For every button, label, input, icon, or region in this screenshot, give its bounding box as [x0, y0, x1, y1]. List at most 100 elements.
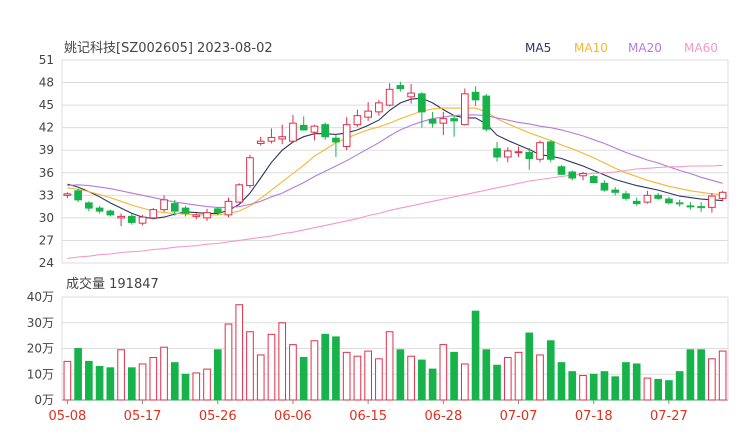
- candle: [600, 180, 609, 192]
- candle-body-down: [675, 202, 684, 205]
- candle-body-up: [256, 140, 265, 144]
- candle: [149, 208, 158, 220]
- candle-body-up: [385, 88, 394, 106]
- candle-body-up: [536, 142, 544, 160]
- volume-bar-down: [428, 368, 437, 401]
- candle: [686, 202, 695, 210]
- stock-chart: 姚记科技[SZ002605] 2023-08-02 MA5 MA10 MA20 …: [0, 0, 740, 440]
- price-tick-label: 42: [39, 121, 54, 135]
- candle: [589, 175, 598, 184]
- candle-body-up: [407, 92, 415, 98]
- candle: [235, 183, 244, 203]
- candle-body-up: [460, 93, 469, 126]
- candle: [568, 170, 577, 181]
- legend-ma10: MA10: [574, 41, 608, 55]
- candle-body-up: [439, 118, 448, 124]
- date-tick-label: 05-08: [48, 409, 86, 424]
- volume-bar-down: [493, 364, 501, 401]
- volume-bar-up: [203, 368, 211, 401]
- candle-body-down: [493, 148, 501, 158]
- candle: [310, 124, 319, 141]
- candle: [579, 172, 587, 181]
- volume-bar-down: [600, 371, 609, 401]
- candle-body-down: [568, 171, 577, 179]
- candle: [514, 146, 523, 157]
- legend: MA5 MA10 MA20 MA60: [525, 41, 718, 55]
- candle: [203, 208, 211, 221]
- candle-body-up: [514, 151, 523, 154]
- candle: [450, 115, 458, 137]
- candle-body-up: [289, 122, 297, 142]
- price-tick-label: 51: [39, 53, 54, 67]
- candle-body-down: [686, 205, 695, 208]
- volume-bar-up: [117, 349, 125, 401]
- volume-bar-down: [471, 310, 480, 401]
- volume-bar-up: [267, 333, 276, 401]
- volume-bar-up: [310, 340, 319, 401]
- candle: [643, 190, 652, 204]
- candle: [493, 141, 501, 162]
- candle: [697, 202, 705, 212]
- volume-tick-label: 10万: [27, 367, 54, 381]
- candle-body-down: [85, 202, 93, 209]
- candle: [246, 154, 254, 188]
- candle: [471, 86, 480, 106]
- moving-average-lines: [67, 97, 723, 260]
- volume-bar-up: [385, 331, 394, 401]
- candle-body-up: [503, 150, 512, 158]
- volume-bar-down: [321, 333, 330, 401]
- chart-canvas: 姚记科技[SZ002605] 2023-08-02 MA5 MA10 MA20 …: [27, 41, 729, 424]
- volume-bar-down: [546, 340, 555, 401]
- candle-body-down: [170, 203, 179, 212]
- candle-body-down: [95, 207, 104, 212]
- candle: [482, 93, 491, 132]
- candle: [332, 135, 340, 157]
- chart-title: 姚记科技[SZ002605] 2023-08-02: [64, 41, 273, 56]
- volume-bar-down: [589, 373, 598, 401]
- candle: [385, 83, 394, 107]
- volume-bar-down: [170, 362, 179, 401]
- volume-axis: 0万 10万 20万 30万 40万: [27, 290, 54, 407]
- candle-body-up: [643, 194, 652, 203]
- legend-ma60: MA60: [684, 41, 718, 55]
- candle-body-down: [665, 198, 673, 204]
- candles: [63, 81, 727, 227]
- price-tick-label: 27: [39, 233, 54, 247]
- candle-body-up: [708, 195, 716, 208]
- candle-body-up: [160, 199, 168, 211]
- volume-tick-label: 20万: [27, 342, 54, 356]
- legend-ma5: MA5: [525, 41, 551, 55]
- candle: [321, 122, 330, 140]
- volume-bar-down: [654, 378, 663, 401]
- date-tick-label: 05-26: [199, 409, 237, 424]
- price-tick-label: 45: [39, 98, 54, 112]
- volume-bar-up: [149, 357, 158, 401]
- volume-tick-label: 40万: [27, 290, 54, 304]
- candle-body-down: [418, 93, 426, 113]
- candle: [525, 147, 534, 170]
- date-tick-label: 07-18: [575, 409, 613, 424]
- candle: [160, 195, 168, 212]
- volume-bar-up: [536, 354, 544, 401]
- candle-body-up: [267, 136, 276, 142]
- price-tick-label: 30: [39, 211, 54, 225]
- candle: [85, 201, 93, 212]
- candle-body-up: [310, 125, 319, 133]
- volume-bar-up: [407, 355, 415, 401]
- candle-body-down: [632, 200, 641, 205]
- volume-bar-down: [450, 351, 458, 401]
- volume-bar-down: [181, 373, 190, 401]
- volume-bar-up: [342, 351, 351, 401]
- candle-body-down: [471, 91, 480, 101]
- volume-title: 成交量 191847: [66, 276, 159, 292]
- volume-bar-up: [375, 358, 383, 401]
- volume-bar-down: [697, 349, 705, 401]
- candle: [428, 111, 437, 128]
- candle-body-down: [299, 124, 308, 131]
- candle: [718, 190, 727, 202]
- candle-body-down: [74, 190, 82, 201]
- volume-bars: [63, 304, 727, 401]
- candle: [632, 197, 641, 206]
- price-tick-label: 33: [39, 188, 54, 202]
- price-tick-label: 36: [39, 166, 54, 180]
